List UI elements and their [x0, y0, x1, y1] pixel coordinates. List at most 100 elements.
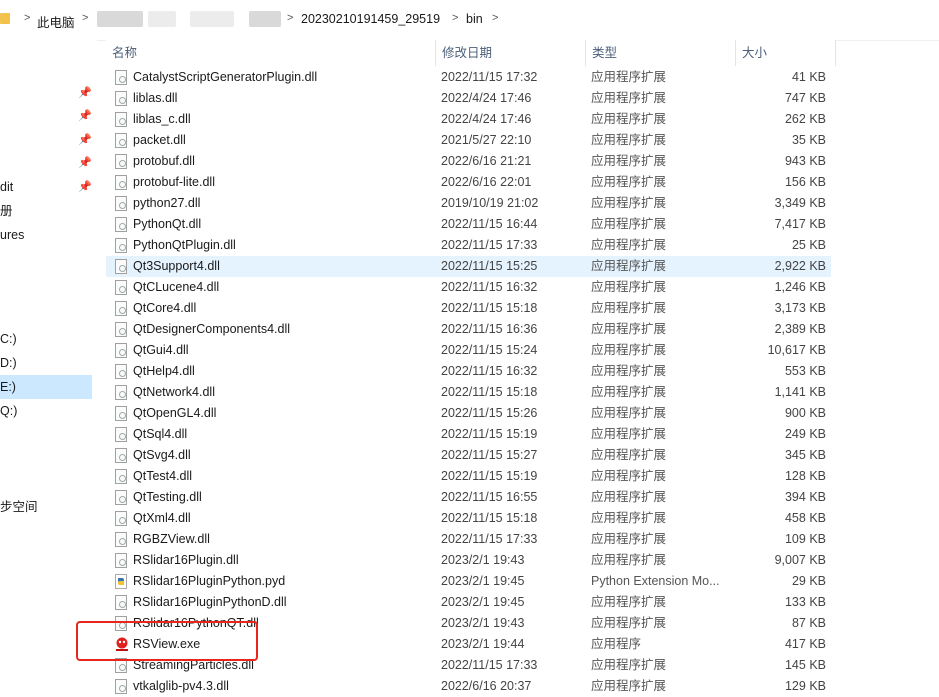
nav-item-drive-e[interactable]: E:): [0, 375, 92, 399]
dll-file-icon: [115, 175, 127, 190]
file-row[interactable]: QtCore4.dll 2022/11/15 15:18 应用程序扩展 3,173 K…: [106, 298, 831, 319]
breadcrumb-folder[interactable]: 20230210191459_29519: [301, 12, 440, 26]
file-name: QtNetwork4.dll: [133, 385, 215, 399]
file-row[interactable]: packet.dll 2021/5/27 22:10 应用程序扩展 35 KB: [106, 130, 831, 151]
file-size: 747 KB: [784, 91, 826, 105]
file-date-modified: 2022/11/15 16:44: [441, 217, 538, 231]
dll-file-icon: [115, 679, 127, 694]
dll-file-icon: [115, 238, 127, 253]
file-date-modified: 2022/11/15 16:36: [441, 322, 538, 336]
file-row[interactable]: QtHelp4.dll 2022/11/15 16:32 应用程序扩展 553 KB: [106, 361, 831, 382]
chevron-right-icon[interactable]: >: [452, 12, 458, 24]
file-row[interactable]: RSlidar16PluginPythonD.dll 2023/2/1 19:45…: [106, 592, 831, 613]
file-date-modified: 2022/11/15 17:32: [441, 70, 538, 84]
pin-icon[interactable]: 📌: [78, 110, 92, 122]
file-size: 417 KB: [784, 637, 826, 651]
file-row[interactable]: Qt3Support4.dll 2022/11/15 15:25 应用程序扩展 2,9…: [106, 256, 831, 277]
file-name: liblas.dll: [133, 91, 178, 105]
file-size: 29 KB: [791, 574, 826, 588]
redacted-path-segment: [97, 11, 143, 27]
file-row[interactable]: QtDesignerComponents4.dll 2022/11/15 16:3…: [106, 319, 831, 340]
file-date-modified: 2023/2/1 19:43: [441, 616, 525, 630]
file-row[interactable]: RSlidar16PluginPython.pyd 2023/2/1 19:45 P…: [106, 571, 831, 592]
dll-file-icon: [115, 133, 127, 148]
column-header-size[interactable]: 大小: [736, 40, 836, 66]
file-row[interactable]: liblas_c.dll 2022/4/24 17:46 应用程序扩展 262 KB: [106, 109, 831, 130]
pin-icon[interactable]: 📌: [78, 157, 92, 169]
file-name: python27.dll: [133, 196, 201, 210]
file-date-modified: 2022/11/15 15:26: [441, 406, 538, 420]
file-row[interactable]: QtTesting.dll 2022/11/15 16:55 应用程序扩展 394 K…: [106, 487, 831, 508]
file-name: RGBZView.dll: [133, 532, 210, 546]
file-size: 133 KB: [784, 595, 826, 609]
file-row[interactable]: QtSql4.dll 2022/11/15 15:19 应用程序扩展 249 KB: [106, 424, 831, 445]
file-size: 553 KB: [784, 364, 826, 378]
file-row[interactable]: python27.dll 2019/10/19 21:02 应用程序扩展 3,349 …: [106, 193, 831, 214]
column-header-type[interactable]: 类型: [586, 40, 736, 66]
nav-item-drive-q[interactable]: Q:): [0, 399, 92, 423]
file-type: 应用程序扩展: [591, 553, 667, 567]
dll-file-icon: [115, 91, 127, 106]
file-size: 3,173 KB: [774, 301, 826, 315]
column-header-name[interactable]: 名称: [106, 40, 436, 66]
file-row[interactable]: QtSvg4.dll 2022/11/15 15:27 应用程序扩展 345 KB: [106, 445, 831, 466]
dll-file-icon: [115, 217, 127, 232]
nav-item-quick-access[interactable]: 册: [0, 199, 92, 223]
pin-icon[interactable]: 📌: [78, 87, 92, 99]
nav-item-quick-access[interactable]: dit: [0, 175, 92, 199]
file-size: 145 KB: [784, 658, 826, 672]
file-name: QtTest4.dll: [133, 469, 193, 483]
file-name: RSlidar16Plugin.dll: [133, 553, 239, 567]
file-date-modified: 2022/11/15 17:33: [441, 532, 538, 546]
file-date-modified: 2022/4/24 17:46: [441, 112, 532, 126]
file-row[interactable]: CatalystScriptGeneratorPlugin.dll 2022/11…: [106, 67, 831, 88]
file-row[interactable]: protobuf-lite.dll 2022/6/16 22:01 应用程序扩展 15…: [106, 172, 831, 193]
dll-file-icon: [115, 427, 127, 442]
column-header-date[interactable]: 修改日期: [436, 40, 586, 66]
file-name: PythonQt.dll: [133, 217, 202, 231]
file-type: 应用程序扩展: [591, 280, 667, 294]
chevron-right-icon[interactable]: >: [24, 12, 30, 24]
address-bar[interactable]: > 此电脑 > > 20230210191459_29519 > bin >: [0, 0, 939, 41]
breadcrumb-current[interactable]: bin: [466, 12, 483, 26]
file-type: 应用程序扩展: [591, 427, 667, 441]
breadcrumb-this-pc[interactable]: 此电脑: [37, 12, 75, 31]
file-row[interactable]: QtNetwork4.dll 2022/11/15 15:18 应用程序扩展 1,14…: [106, 382, 831, 403]
file-name: protobuf-lite.dll: [133, 175, 215, 189]
file-row[interactable]: QtCLucene4.dll 2022/11/15 16:32 应用程序扩展 1,24…: [106, 277, 831, 298]
chevron-right-icon[interactable]: >: [492, 12, 498, 24]
file-row[interactable]: QtTest4.dll 2022/11/15 15:19 应用程序扩展 128 KB: [106, 466, 831, 487]
file-size: 262 KB: [784, 112, 826, 126]
chevron-right-icon[interactable]: >: [287, 12, 293, 24]
file-name: QtGui4.dll: [133, 343, 189, 357]
navigation-pane[interactable]: 📌 📌 📌 📌 📌 dit 册 ures C:) D:) E:) Q:) 步空间: [0, 40, 97, 694]
redacted-path-segment: [190, 11, 234, 27]
chevron-right-icon[interactable]: >: [82, 12, 88, 24]
file-type: 应用程序扩展: [591, 238, 667, 252]
file-size: 9,007 KB: [774, 553, 826, 567]
file-date-modified: 2022/6/16 22:01: [441, 175, 532, 189]
dll-file-icon: [115, 364, 127, 379]
nav-item-pictures[interactable]: ures: [0, 223, 92, 247]
file-row[interactable]: liblas.dll 2022/4/24 17:46 应用程序扩展 747 KB: [106, 88, 831, 109]
file-name: PythonQtPlugin.dll: [133, 238, 236, 252]
file-row[interactable]: RGBZView.dll 2022/11/15 17:33 应用程序扩展 109 KB: [106, 529, 831, 550]
dll-file-icon: [115, 469, 127, 484]
file-name: QtOpenGL4.dll: [133, 406, 217, 420]
file-row[interactable]: QtOpenGL4.dll 2022/11/15 15:26 应用程序扩展 900 K…: [106, 403, 831, 424]
nav-item-drive-d[interactable]: D:): [0, 351, 92, 375]
file-row[interactable]: PythonQt.dll 2022/11/15 16:44 应用程序扩展 7,417 …: [106, 214, 831, 235]
file-row[interactable]: QtGui4.dll 2022/11/15 15:24 应用程序扩展 10,617 K…: [106, 340, 831, 361]
nav-item-sync-space[interactable]: 步空间: [0, 495, 92, 519]
file-row[interactable]: QtXml4.dll 2022/11/15 15:18 应用程序扩展 458 KB: [106, 508, 831, 529]
file-date-modified: 2022/11/15 15:18: [441, 385, 538, 399]
file-row[interactable]: protobuf.dll 2022/6/16 21:21 应用程序扩展 943 KB: [106, 151, 831, 172]
file-row[interactable]: RSlidar16Plugin.dll 2023/2/1 19:43 应用程序扩展 9…: [106, 550, 831, 571]
dll-file-icon: [115, 511, 127, 526]
nav-item-drive-c[interactable]: C:): [0, 327, 92, 351]
file-name: QtSvg4.dll: [133, 448, 191, 462]
pin-icon[interactable]: 📌: [78, 134, 92, 146]
file-row[interactable]: PythonQtPlugin.dll 2022/11/15 17:33 应用程序扩展…: [106, 235, 831, 256]
file-type: 应用程序扩展: [591, 469, 667, 483]
redacted-path-segment: [148, 11, 176, 27]
